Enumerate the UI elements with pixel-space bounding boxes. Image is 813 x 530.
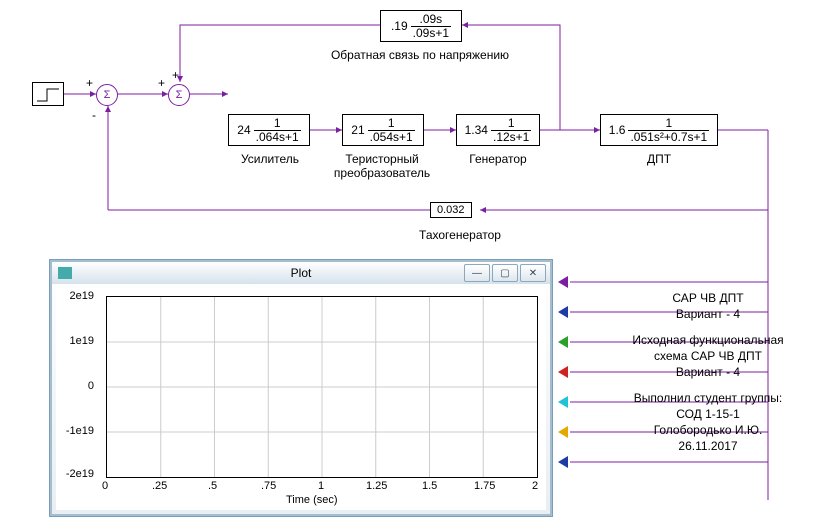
- block-amplifier[interactable]: 24 1 .064s+1: [228, 114, 310, 146]
- window-minimize-button[interactable]: —: [464, 264, 490, 282]
- label-dpt: ДПТ: [600, 152, 718, 166]
- plot-area: 2e19 1e19 0 -1e19 -2e19 0 .25 .5 .75 1 1…: [56, 288, 546, 510]
- label-tacho: Тахогенератор: [380, 228, 540, 242]
- gain-value: 24: [237, 123, 253, 137]
- xtick: .75: [261, 480, 276, 492]
- info-line: САР ЧВ ДПТ: [613, 290, 803, 306]
- sign-s1-plus: +: [86, 76, 93, 90]
- gain-value: .19: [391, 19, 411, 33]
- ytick: 0: [54, 380, 94, 392]
- tf-den: .09s+1: [411, 27, 451, 40]
- label-thyristor: Теристорный преобразователь: [322, 152, 442, 180]
- sign-s2-plus-top: +: [172, 68, 179, 82]
- plot-titlebar[interactable]: Plot — ▢ ✕: [52, 262, 550, 284]
- window-close-button[interactable]: ✕: [520, 264, 546, 282]
- xtick: 2: [532, 480, 538, 492]
- sink-arrow-icon: [558, 396, 568, 408]
- tf-num: 1: [254, 117, 301, 131]
- info-line: Исходная функциональная: [613, 332, 803, 348]
- tf-num: 1: [628, 117, 709, 131]
- xtick: 0: [102, 480, 108, 492]
- xtick: .5: [208, 480, 217, 492]
- tf-num: 1: [368, 117, 415, 131]
- gain-value: 1.34: [465, 123, 491, 137]
- info-line: Вариант - 4: [613, 306, 803, 322]
- plot-xlabel: Time (sec): [286, 494, 338, 506]
- ytick: -2e19: [54, 468, 94, 480]
- sign-s1-minus: -: [92, 108, 96, 122]
- sink-arrow-icon: [558, 276, 568, 288]
- ytick: 2e19: [54, 290, 94, 302]
- sink-arrow-icon: [558, 336, 568, 348]
- block-generator[interactable]: 1.34 1 .12s+1: [456, 114, 540, 146]
- ytick: 1e19: [54, 335, 94, 347]
- info-line: Вариант - 4: [613, 364, 803, 380]
- tf-den: .051s²+0.7s+1: [628, 131, 709, 144]
- tf-num: 1: [491, 117, 531, 131]
- diagram-canvas: Σ + - Σ + + .19 .09s .09s+1 Обратная свя…: [0, 0, 813, 530]
- label-generator: Генератор: [438, 152, 558, 166]
- window-maximize-button[interactable]: ▢: [492, 264, 518, 282]
- gain-value: 1.6: [609, 123, 629, 137]
- sink-arrow-icon: [558, 306, 568, 318]
- gain-value: 21: [351, 123, 367, 137]
- xtick: .25: [152, 480, 167, 492]
- info-line: Голобородько И.Ю.: [613, 422, 803, 438]
- ytick: -1e19: [54, 425, 94, 437]
- xtick: 1.25: [366, 480, 387, 492]
- summing-junction-1[interactable]: Σ: [96, 84, 118, 106]
- plot-grid: [106, 296, 538, 478]
- xtick: 1.5: [422, 480, 437, 492]
- info-line: Выполнил студент группы:: [613, 390, 803, 406]
- info-line: схема САР ЧВ ДПТ: [613, 348, 803, 364]
- block-dpt[interactable]: 1.6 1 .051s²+0.7s+1: [600, 114, 718, 146]
- label-amplifier: Усилитель: [210, 152, 330, 166]
- block-thyristor[interactable]: 21 1 .054s+1: [342, 114, 424, 146]
- block-voltage-feedback[interactable]: .19 .09s .09s+1: [380, 10, 462, 42]
- tf-den: .12s+1: [491, 131, 531, 144]
- block-tacho-gain[interactable]: 0.032: [430, 202, 472, 218]
- label-voltage-feedback: Обратная связь по напряжению: [290, 48, 550, 62]
- sign-s2-plus-left: +: [158, 76, 165, 90]
- step-source[interactable]: [32, 82, 64, 106]
- sink-arrow-icon: [558, 426, 568, 438]
- xtick: 1: [318, 480, 324, 492]
- summing-junction-2[interactable]: Σ: [168, 84, 190, 106]
- xtick: 1.75: [474, 480, 495, 492]
- info-line: 26.11.2017: [613, 438, 803, 454]
- plot-window[interactable]: Plot — ▢ ✕: [50, 260, 552, 516]
- tf-num: .09s: [411, 13, 451, 27]
- info-block: САР ЧВ ДПТ Вариант - 4 Исходная функцион…: [613, 290, 803, 454]
- tf-den: .064s+1: [254, 131, 301, 144]
- sink-arrow-icon: [558, 366, 568, 378]
- info-line: СОД 1-15-1: [613, 406, 803, 422]
- sink-arrow-icon: [558, 456, 568, 468]
- tf-den: .054s+1: [368, 131, 415, 144]
- plot-app-icon: [58, 267, 72, 279]
